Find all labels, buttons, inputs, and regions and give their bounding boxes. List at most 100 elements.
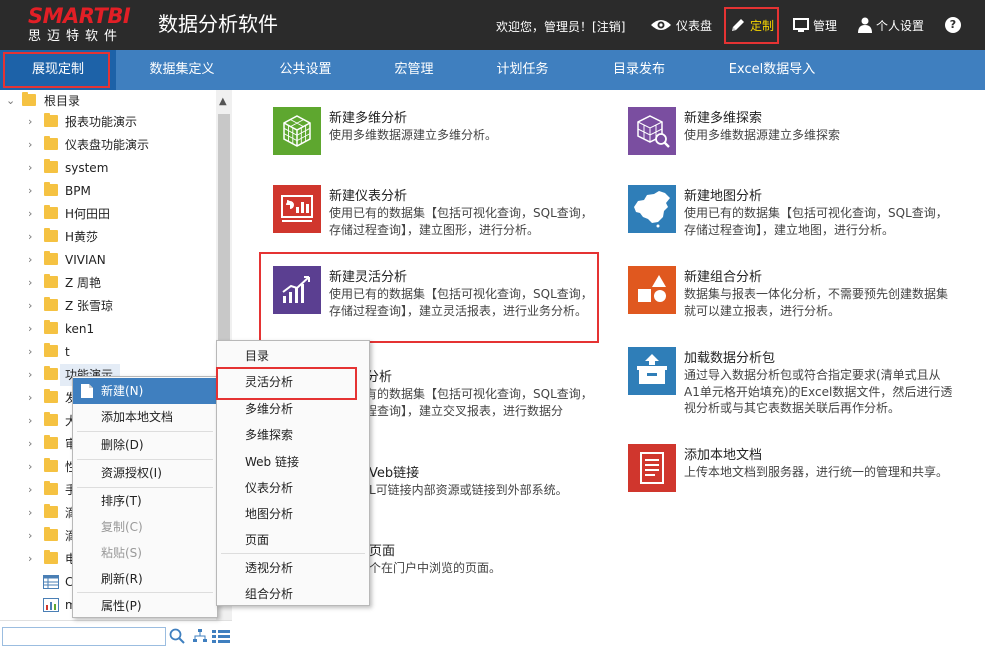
manage-label: 管理 — [813, 18, 838, 33]
welcome-label: 欢迎您，管理员！[ — [496, 20, 597, 34]
tab-highlight — [3, 52, 110, 88]
smartbi-logo[interactable]: SMARTBI 思迈特软件 — [28, 4, 146, 46]
list-view-icon[interactable] — [212, 629, 230, 643]
tree-item-label: 报表功能演示 — [65, 115, 138, 129]
tab-dataset-definition[interactable]: 数据集定义 — [122, 50, 242, 90]
submenu-item-combined-analysis[interactable]: 组合分析 — [217, 581, 369, 607]
personal-settings-nav[interactable]: 个人设置 — [858, 0, 924, 50]
folder-icon — [44, 182, 58, 196]
folder-icon — [44, 136, 58, 150]
chevron-right-icon[interactable]: › — [28, 433, 38, 455]
tab-macro-management[interactable]: 宏管理 — [363, 50, 465, 90]
submenu-flexible-highlight — [216, 367, 357, 400]
menu-item-delete[interactable]: 删除(D) — [73, 432, 217, 458]
card-title: 新建多维分析 — [329, 111, 408, 126]
folder-icon — [44, 389, 58, 403]
chevron-right-icon[interactable]: › — [28, 502, 38, 524]
tab-public-settings[interactable]: 公共设置 — [248, 50, 363, 90]
tree-item-label: system — [65, 161, 109, 175]
chevron-right-icon[interactable]: › — [28, 249, 38, 271]
submenu-item-multidim-explore[interactable]: 多维探索 — [217, 422, 369, 448]
chevron-right-icon[interactable]: › — [28, 548, 38, 570]
chevron-right-icon[interactable]: › — [28, 203, 38, 225]
app-title: 数据分析软件 — [158, 12, 278, 36]
search-icon[interactable] — [169, 628, 185, 644]
submenu-item-folder[interactable]: 目录 — [217, 343, 369, 369]
card-title: 添加本地文档 — [684, 448, 763, 463]
chevron-right-icon[interactable]: › — [28, 180, 38, 202]
card-new-flexible-analysis[interactable]: 新建灵活分析 使用已有的数据集【包括可视化查询，SQL查询，存储过程查询】，建立… — [273, 266, 593, 336]
dashboard-icon — [273, 185, 321, 233]
menu-item-copy[interactable]: 复制(C) — [73, 514, 217, 540]
menu-item-refresh[interactable]: 刷新(R) — [73, 566, 217, 592]
menu-item-paste[interactable]: 粘贴(S) — [73, 540, 217, 566]
menu-item-add-local-doc[interactable]: 添加本地文档 — [73, 404, 217, 430]
submenu-item-page[interactable]: 页面 — [217, 527, 369, 553]
folder-icon — [22, 92, 36, 106]
customize-nav[interactable]: 定制 — [730, 0, 774, 50]
chevron-right-icon[interactable]: › — [28, 295, 38, 317]
chevron-right-icon[interactable]: › — [28, 364, 38, 386]
logo-main-text: SMARTBI — [28, 4, 131, 28]
dashboard-nav[interactable]: 仪表盘 — [650, 0, 712, 50]
tab-catalog-publish[interactable]: 目录发布 — [580, 50, 698, 90]
scroll-up-icon[interactable]: ▲ — [219, 96, 227, 107]
card-desc: 使用多维数据源建立多维分析。 — [329, 128, 498, 142]
logo-sub-text: 思迈特软件 — [28, 29, 124, 44]
card-desc: 使用多维数据源建立多维探索 — [684, 128, 841, 142]
card-new-map-analysis[interactable]: 新建地图分析 使用已有的数据集【包括可视化查询，SQL查询，存储过程查询】，建立… — [628, 185, 958, 245]
submenu-item-pivot-analysis[interactable]: 透视分析 — [217, 555, 369, 581]
card-new-dashboard-analysis[interactable]: 新建仪表分析 使用已有的数据集【包括可视化查询，SQL查询，存储过程查询】，建立… — [273, 185, 603, 245]
submenu-item-web-link[interactable]: Web 链接 — [217, 449, 369, 475]
card-title: 新建灵活分析 — [329, 270, 408, 285]
folder-icon — [44, 297, 58, 311]
card-desc: 使用已有的数据集【包括可视化查询，SQL查询，存储过程查询】，建立灵活报表，进行… — [329, 287, 593, 318]
chevron-right-icon[interactable]: › — [28, 456, 38, 478]
card-title: 新建组合分析 — [684, 270, 763, 285]
tree-item-label: BPM — [65, 184, 91, 198]
tree-search-input[interactable] — [2, 627, 166, 646]
chevron-right-icon[interactable]: › — [28, 111, 38, 133]
chevron-right-icon[interactable]: › — [28, 134, 38, 156]
submenu-item-dashboard-analysis[interactable]: 仪表分析 — [217, 475, 369, 501]
help-nav[interactable]: ? — [945, 0, 961, 50]
chevron-right-icon[interactable]: › — [28, 479, 38, 501]
welcome-end: ] — [620, 20, 626, 34]
main-nav-bar: 展现定制 数据集定义 公共设置 宏管理 计划任务 目录发布 Excel数据导入 — [0, 50, 985, 90]
card-desc: 上传本地文档到服务器，进行统一的管理和共享。 — [684, 465, 949, 479]
tree-structure-icon[interactable] — [192, 628, 208, 644]
folder-icon — [44, 527, 58, 541]
chevron-right-icon[interactable]: › — [28, 525, 38, 547]
china-map-icon — [628, 185, 676, 233]
chevron-down-icon[interactable]: ⌄ — [6, 90, 16, 112]
menu-item-new[interactable]: 新建(N) — [73, 378, 217, 404]
chevron-right-icon[interactable]: › — [28, 157, 38, 179]
folder-icon — [44, 481, 58, 495]
menu-item-sort[interactable]: 排序(T) — [73, 488, 217, 514]
card-load-data-package[interactable]: 加载数据分析包 通过导入数据分析包或符合指定要求(清单式且从A1单元格开始填充)… — [628, 347, 958, 417]
card-new-multidim-explore[interactable]: 新建多维探索 使用多维数据源建立多维探索 — [628, 107, 958, 157]
menu-item-label: 新建(N) — [101, 384, 144, 398]
tab-excel-import[interactable]: Excel数据导入 — [698, 50, 846, 90]
card-new-multidim-analysis[interactable]: 新建多维分析 使用多维数据源建立多维分析。 — [273, 107, 603, 157]
manage-nav[interactable]: 管理 — [793, 0, 837, 50]
menu-item-properties[interactable]: 属性(P) — [73, 593, 217, 619]
chevron-right-icon[interactable]: › — [28, 272, 38, 294]
chevron-right-icon[interactable]: › — [28, 410, 38, 432]
chevron-right-icon[interactable]: › — [28, 226, 38, 248]
tab-scheduled-tasks[interactable]: 计划任务 — [465, 50, 580, 90]
card-title: 新建仪表分析 — [329, 189, 408, 204]
folder-icon — [44, 228, 58, 242]
chevron-right-icon[interactable]: › — [28, 318, 38, 340]
submenu-item-map-analysis[interactable]: 地图分析 — [217, 501, 369, 527]
chevron-right-icon[interactable]: › — [28, 341, 38, 363]
card-desc: 通过导入数据分析包或符合指定要求(清单式且从A1单元格开始填充)的Excel数据… — [684, 368, 953, 415]
folder-icon — [44, 113, 58, 127]
logout-link[interactable]: 注销 — [597, 20, 621, 34]
card-desc: 个在门户中浏览的页面。 — [369, 561, 502, 575]
tree-root-label: 根目录 — [44, 94, 81, 108]
card-add-local-document[interactable]: 添加本地文档 上传本地文档到服务器，进行统一的管理和共享。 — [628, 444, 958, 494]
card-new-combined-analysis[interactable]: 新建组合分析 数据集与报表一体化分析，不需要预先创建数据集就可以建立报表，进行分… — [628, 266, 958, 326]
menu-item-resource-auth[interactable]: 资源授权(I) — [73, 460, 217, 486]
chevron-right-icon[interactable]: › — [28, 387, 38, 409]
